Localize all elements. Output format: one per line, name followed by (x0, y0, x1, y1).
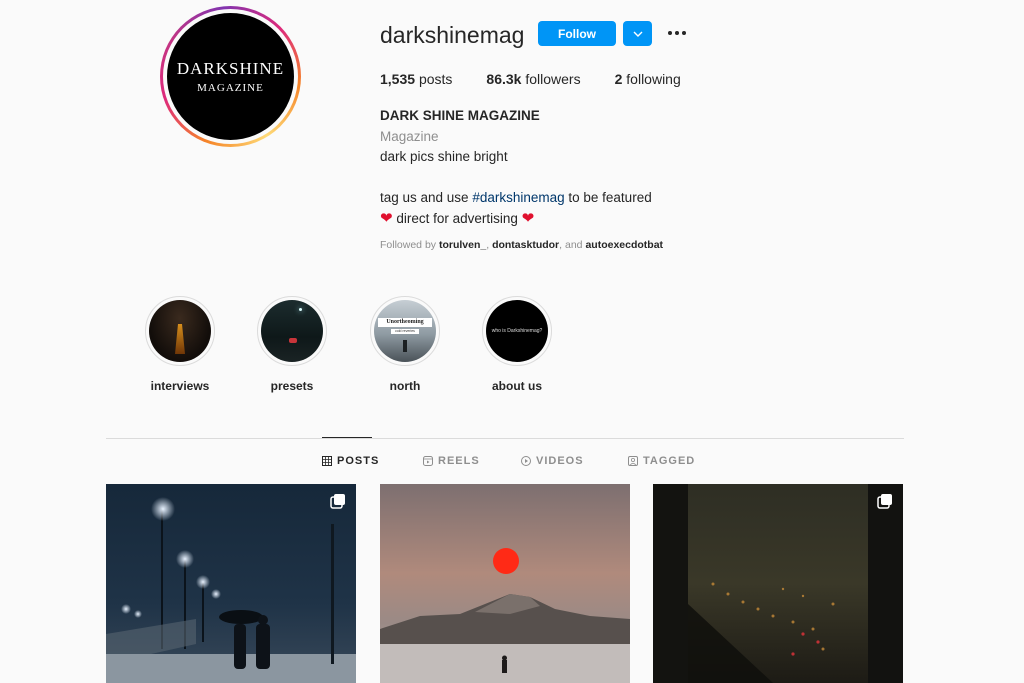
avatar: DARKSHINE MAGAZINE (167, 13, 294, 140)
chevron-down-icon (633, 31, 642, 37)
posts-count: 1,535 posts (380, 71, 453, 87)
profile-stats: 1,535 posts 86.3k followers 2 following (380, 71, 715, 87)
post-thumbnail[interactable] (653, 484, 903, 683)
highlight-presets[interactable]: presets (257, 296, 327, 393)
highlight-label: north (389, 379, 421, 393)
highlight-overlay-text: who is Darkshinemag? (491, 328, 543, 334)
tab-videos[interactable]: VIDEOS (521, 455, 584, 467)
profile-display-name: DARK SHINE MAGAZINE (380, 108, 540, 123)
suggested-dropdown-button[interactable] (623, 21, 652, 46)
multiple-photos-icon (330, 494, 345, 509)
bio-line: tag us and use #darkshinemag to be featu… (380, 190, 652, 205)
grid-icon (322, 456, 332, 466)
more-dots-icon (668, 31, 672, 35)
tab-tagged[interactable]: TAGGED (628, 455, 695, 467)
avatar-subtitle: MAGAZINE (197, 82, 264, 94)
post-image (106, 484, 356, 683)
profile-username: darkshinemag (380, 22, 525, 48)
tab-posts[interactable]: POSTS (322, 455, 379, 467)
hashtag-link[interactable]: #darkshinemag (472, 190, 564, 205)
post-thumbnail[interactable] (380, 484, 630, 683)
highlight-label: presets (270, 379, 314, 393)
highlight-cover: Unortheoming cold reveries (374, 300, 436, 362)
highlight-north[interactable]: Unortheoming cold reveries north (370, 296, 440, 393)
highlight-overlay-subtext: cold reveries (391, 329, 419, 334)
bio-line: dark pics shine bright (380, 149, 508, 164)
post-image (653, 484, 903, 683)
highlight-cover (261, 300, 323, 362)
profile-avatar-ring[interactable]: DARKSHINE MAGAZINE (160, 6, 301, 147)
play-icon (521, 456, 531, 466)
heart-icon: ❤ (380, 209, 393, 227)
tag-icon (628, 456, 638, 466)
bio-line: ❤ direct for advertising ❤ (380, 209, 535, 227)
multiple-photos-icon (877, 494, 892, 509)
following-count[interactable]: 2 following (615, 71, 681, 87)
active-tab-indicator (322, 437, 372, 438)
tab-reels[interactable]: REELS (423, 455, 480, 467)
highlight-about-us[interactable]: who is Darkshinemag? about us (482, 296, 552, 393)
reels-icon (423, 456, 433, 466)
profile-category: Magazine (380, 128, 439, 144)
avatar-title: DARKSHINE (176, 59, 285, 78)
highlight-cover (149, 300, 211, 362)
tabs-divider (106, 438, 904, 439)
followers-count[interactable]: 86.3k followers (486, 71, 580, 87)
profile-bio: DARK SHINE MAGAZINE Magazine dark pics s… (380, 106, 652, 229)
highlight-cover: who is Darkshinemag? (486, 300, 548, 362)
heart-icon: ❤ (521, 209, 535, 227)
post-image (380, 484, 630, 683)
more-options-button[interactable] (664, 22, 690, 44)
profile-tabs: POSTS REELS VIDEOS TAGGED (0, 455, 1024, 469)
follow-button[interactable]: Follow (538, 21, 616, 46)
highlight-overlay-text: Unortheoming (378, 318, 432, 327)
post-thumbnail[interactable] (106, 484, 356, 683)
followed-by[interactable]: Followed by torulven_, dontasktudor, and… (380, 239, 663, 251)
highlight-interviews[interactable]: interviews (145, 296, 215, 393)
highlight-label: about us (492, 379, 542, 393)
highlight-label: interviews (150, 379, 210, 393)
